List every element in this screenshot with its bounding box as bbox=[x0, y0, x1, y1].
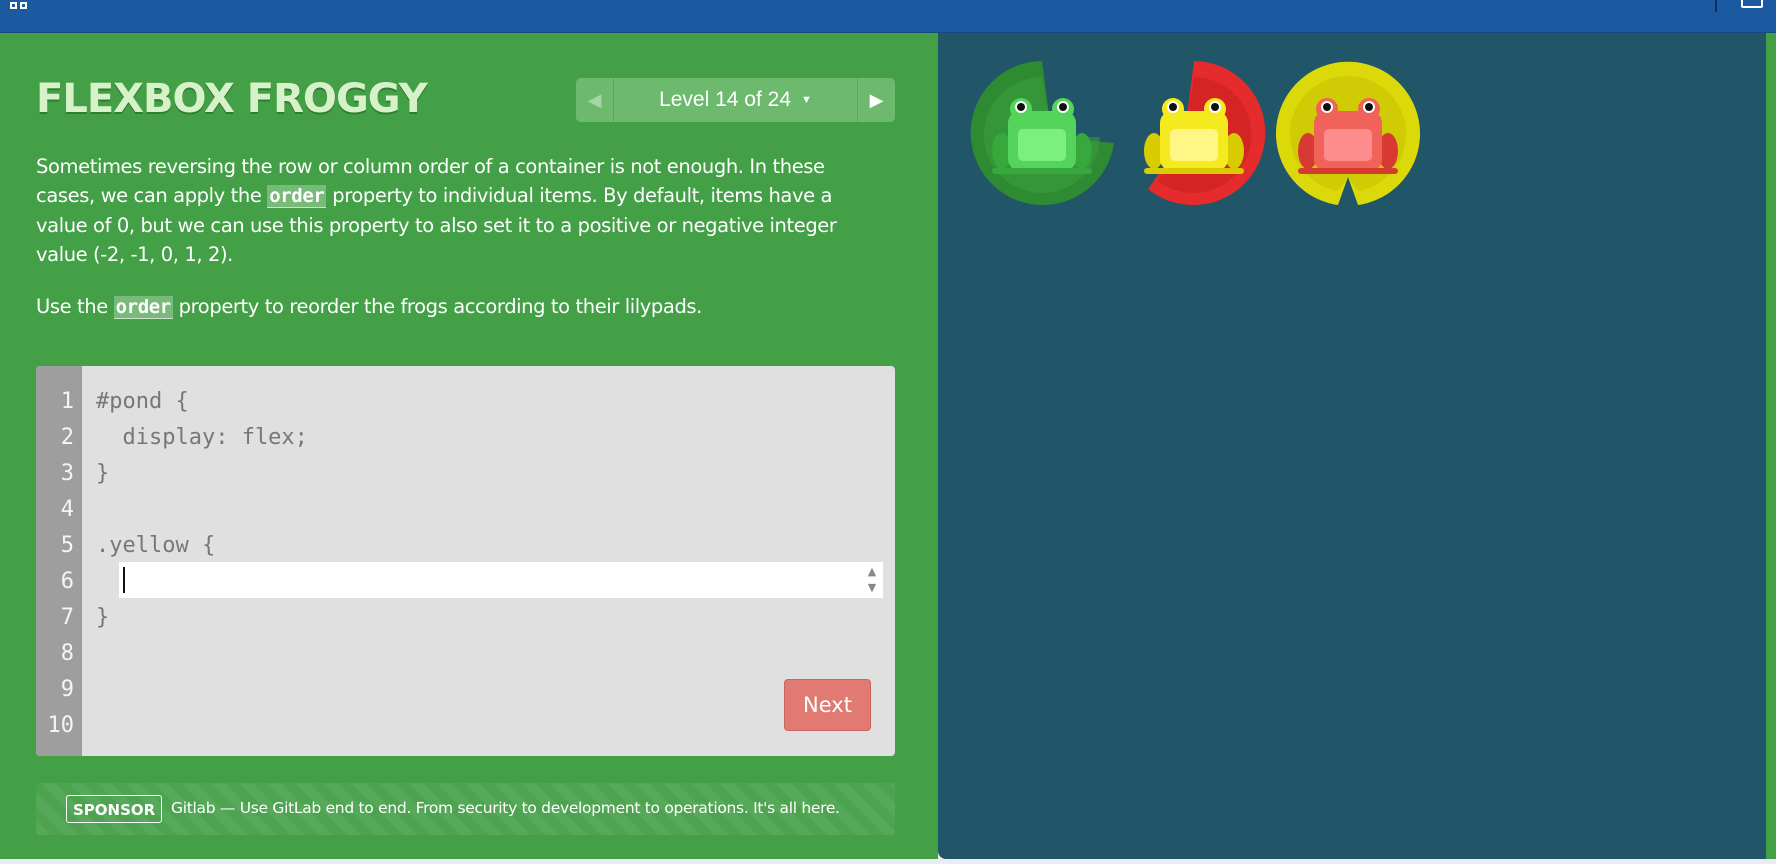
line-number-gutter: 1 2 3 4 5 6 7 8 9 10 bbox=[36, 366, 82, 756]
sponsor-badge: SPONSOR bbox=[66, 795, 163, 823]
level-selector[interactable]: Level 14 of 24 ▼ bbox=[614, 78, 857, 122]
caret-down-icon: ▼ bbox=[801, 94, 812, 106]
level-navigation: ◀ Level 14 of 24 ▼ ▶ bbox=[576, 78, 895, 122]
toolbar-divider bbox=[1715, 0, 1717, 12]
sponsor-banner[interactable]: SPONSOR Gitlab — Use GitLab end to end. … bbox=[36, 783, 895, 835]
green-lilypad-with-frog bbox=[970, 61, 1114, 205]
next-button[interactable]: Next bbox=[784, 679, 871, 731]
code-after: } bbox=[96, 605, 110, 630]
panel-edge bbox=[1766, 33, 1776, 859]
red-lilypad-with-frog bbox=[1144, 61, 1266, 205]
instructions-text-segment: property to reorder the frogs according … bbox=[172, 295, 703, 318]
page-title: FLEXBOX FROGGY bbox=[36, 76, 428, 122]
browser-top-bar bbox=[0, 0, 1776, 33]
order-keyword: order bbox=[113, 296, 173, 319]
code-before: #pond { display: flex; } .yellow { bbox=[96, 389, 308, 558]
yellow-lilypad-with-frog bbox=[1276, 61, 1420, 205]
next-level-button[interactable]: ▶ bbox=[857, 78, 895, 122]
instructions-text-segment: Use the bbox=[36, 295, 114, 318]
level-label: Level 14 of 24 bbox=[659, 88, 792, 111]
triangle-right-icon: ▶ bbox=[869, 89, 884, 111]
instructions-paragraph-1: Sometimes reversing the row or column or… bbox=[36, 152, 876, 269]
line-numbers: 1 2 3 4 5 6 7 8 9 10 bbox=[47, 389, 75, 738]
instructions-paragraph-2: Use the order property to reorder the fr… bbox=[36, 292, 876, 322]
css-editor: 1 2 3 4 5 6 7 8 9 10 #pond { display: fl… bbox=[36, 366, 895, 756]
pond-panel bbox=[938, 33, 1766, 859]
text-cursor bbox=[123, 567, 125, 593]
previous-level-button[interactable]: ◀ bbox=[576, 78, 614, 122]
order-keyword: order bbox=[267, 185, 327, 208]
triangle-left-icon: ◀ bbox=[587, 89, 602, 111]
sponsor-text[interactable]: Gitlab — Use GitLab end to end. From sec… bbox=[171, 799, 840, 817]
instructions-text: Sometimes reversing the row or column or… bbox=[36, 152, 876, 345]
pond bbox=[938, 33, 1766, 233]
resize-arrows-icon[interactable]: ▲ ▼ bbox=[865, 564, 879, 596]
code-input[interactable]: ▲ ▼ bbox=[119, 562, 883, 598]
window-icon[interactable] bbox=[1741, 0, 1763, 8]
apps-grid-icon[interactable] bbox=[10, 2, 32, 14]
